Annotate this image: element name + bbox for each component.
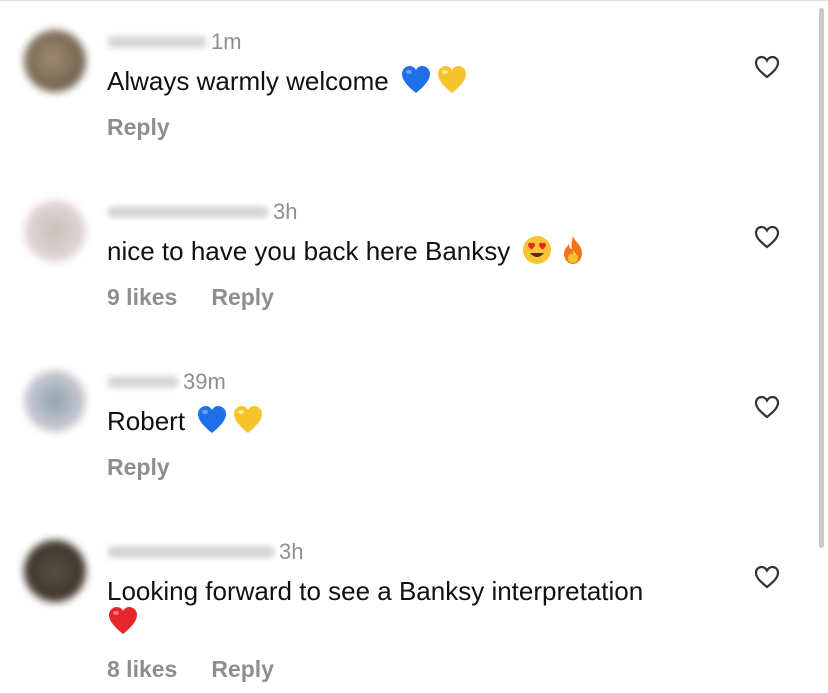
likes-count[interactable]: 9 likes <box>107 284 177 311</box>
avatar[interactable] <box>24 540 86 602</box>
reply-button[interactable]: Reply <box>211 656 274 683</box>
reply-button[interactable]: Reply <box>211 284 274 311</box>
comment-meta: 1m <box>107 29 242 55</box>
yellow-heart-icon <box>234 406 263 433</box>
blue-heart-icon <box>198 406 227 433</box>
comment-text: Always warmly welcome <box>107 63 747 99</box>
comment-time: 1m <box>211 29 242 54</box>
comment-time: 3h <box>279 539 304 564</box>
comment-text-content: Looking forward to see a Banksy interpre… <box>107 576 644 606</box>
reply-button[interactable]: Reply <box>107 454 170 481</box>
comment-text-content: Robert <box>107 406 186 436</box>
avatar[interactable] <box>24 370 86 432</box>
username-blurred[interactable] <box>107 36 207 48</box>
comment-actions: Reply <box>107 114 170 141</box>
comment-text: nice to have you back here Banksy <box>107 233 747 269</box>
comment-text-content: Always warmly welcome <box>107 66 389 96</box>
likes-count[interactable]: 8 likes <box>107 656 177 683</box>
fire-emoji-icon <box>564 236 583 264</box>
blue-heart-icon <box>401 66 430 93</box>
scrollbar[interactable] <box>819 8 824 548</box>
username-blurred[interactable] <box>107 546 275 558</box>
comment-emoji-row <box>107 605 139 637</box>
comment-text: Looking forward to see a Banksy interpre… <box>107 573 747 609</box>
like-heart-icon[interactable] <box>754 55 780 79</box>
comment-meta: 3h <box>107 199 297 225</box>
like-heart-icon[interactable] <box>754 565 780 589</box>
like-heart-icon[interactable] <box>754 395 780 419</box>
comment-actions: 9 likes Reply <box>107 284 274 311</box>
username-blurred[interactable] <box>107 206 269 218</box>
comment-actions: Reply <box>107 454 170 481</box>
heart-eyes-emoji-icon <box>523 236 552 264</box>
avatar[interactable] <box>24 30 86 92</box>
reply-button[interactable]: Reply <box>107 114 170 141</box>
username-blurred[interactable] <box>107 376 179 388</box>
top-divider <box>0 0 828 1</box>
comment-time: 39m <box>183 369 226 394</box>
comment-time: 3h <box>273 199 298 224</box>
comment-meta: 39m <box>107 369 226 395</box>
comment-text: Robert <box>107 403 747 439</box>
comment-meta: 3h <box>107 539 303 565</box>
yellow-heart-icon <box>437 66 466 93</box>
comment-actions: 8 likes Reply <box>107 656 274 683</box>
like-heart-icon[interactable] <box>754 225 780 249</box>
avatar[interactable] <box>24 200 86 262</box>
red-heart-icon <box>109 607 137 634</box>
comment-text-content: nice to have you back here Banksy <box>107 236 511 266</box>
